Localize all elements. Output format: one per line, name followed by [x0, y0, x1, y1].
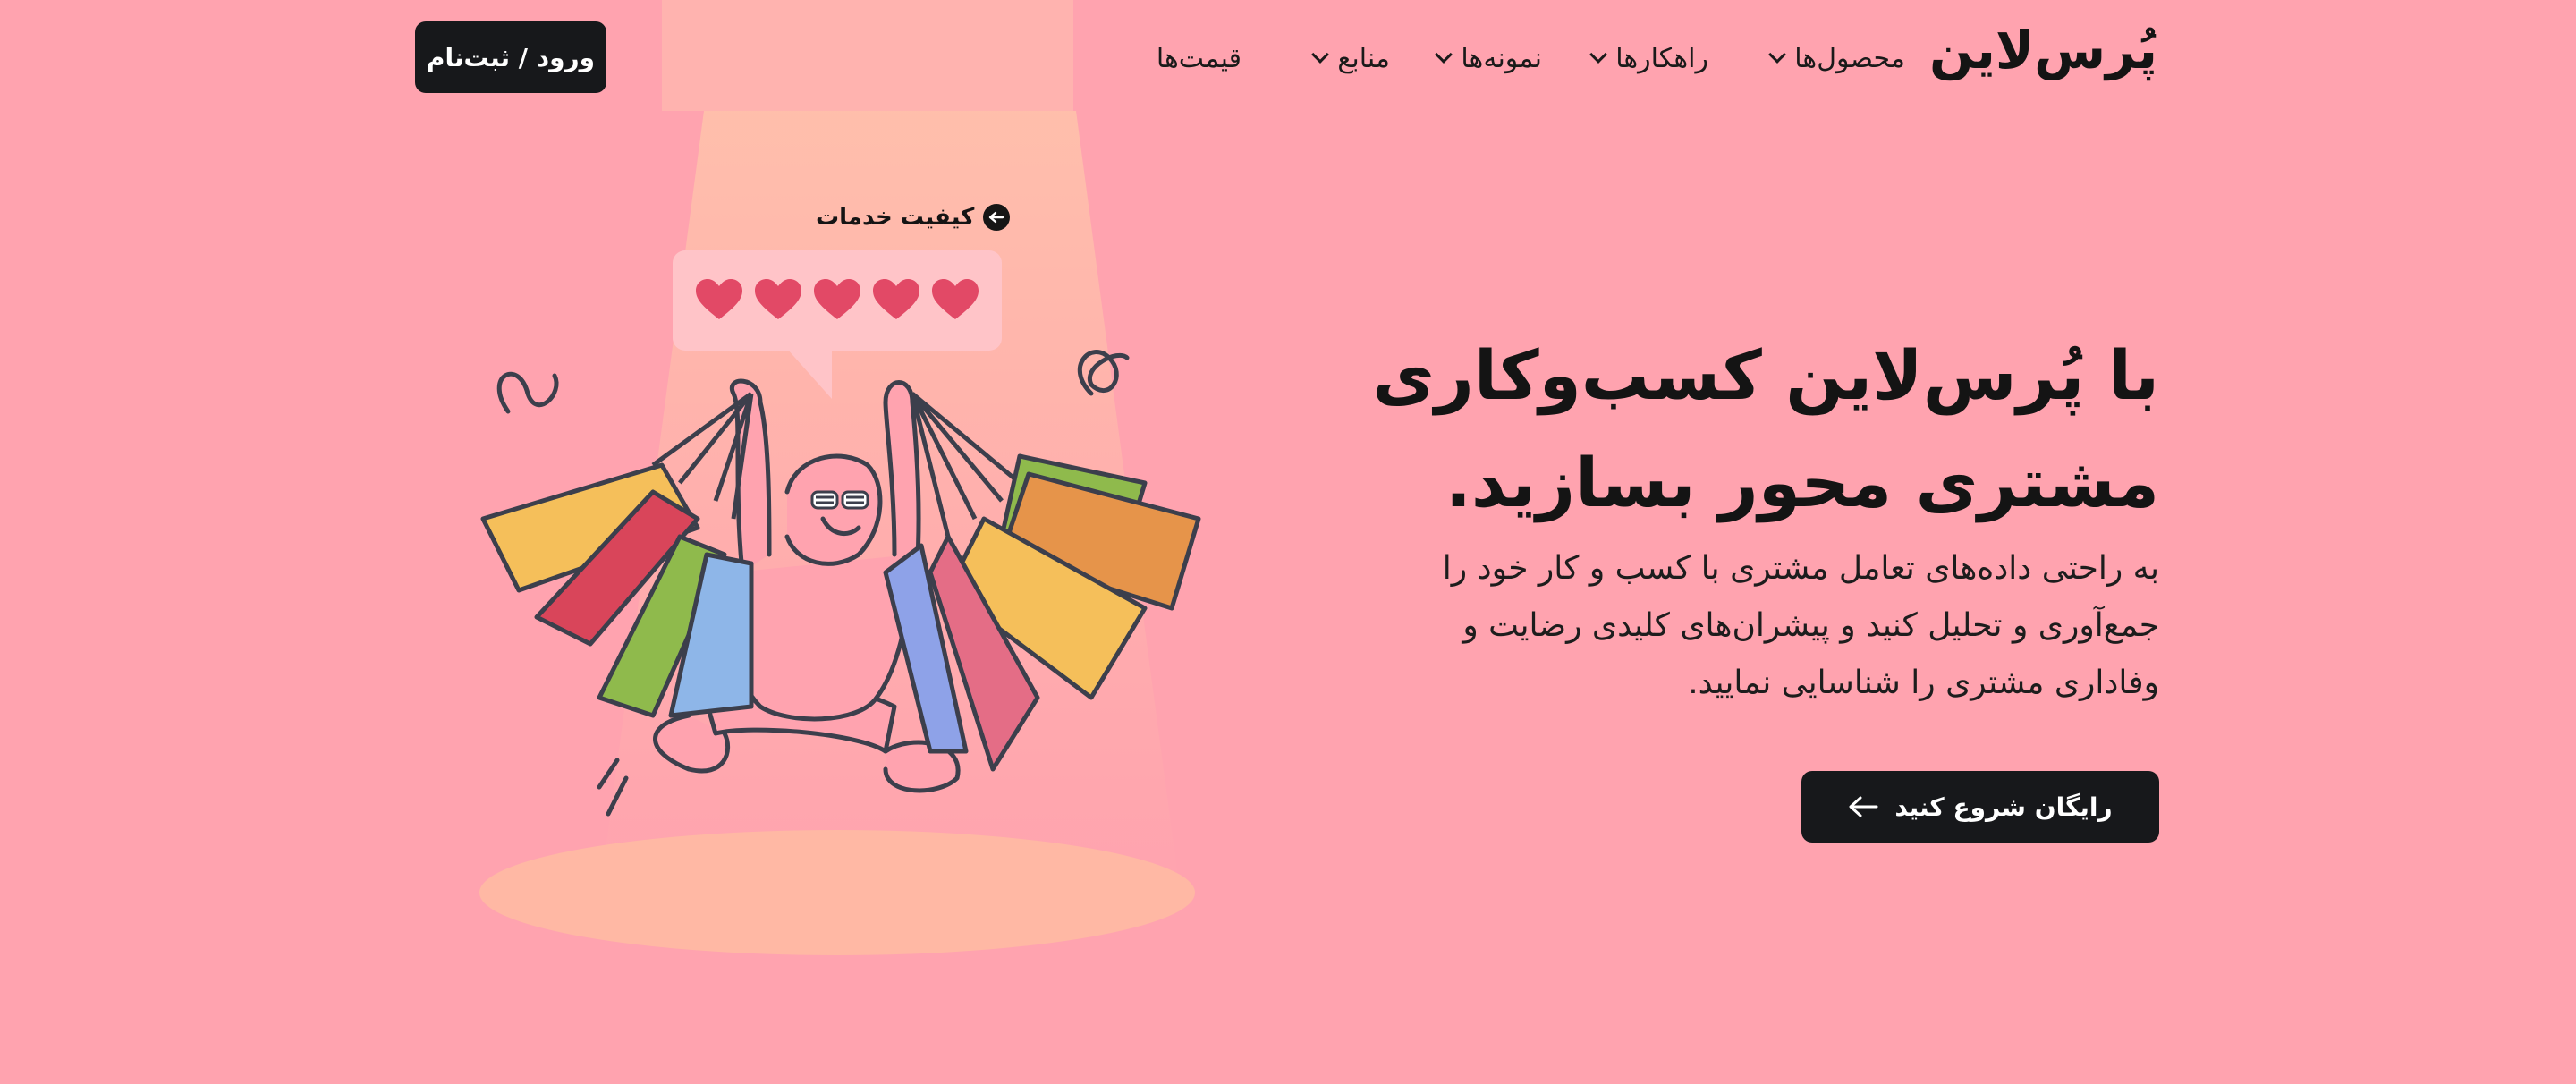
hero-description-line-1: به راحتی داده‌های تعامل مشتری با کسب و ک… — [1442, 550, 2159, 587]
arrow-left-icon — [1849, 796, 1878, 817]
chevron-down-icon — [1435, 46, 1453, 64]
login-signup-button[interactable]: ورود / ثبت‌نام — [415, 21, 606, 93]
site-header: پُرس‌لاین محصول‌ها راهکارها نمونه‌ها منا… — [0, 0, 2576, 116]
nav-item-samples[interactable]: نمونه‌ها — [1435, 36, 1542, 80]
start-free-button[interactable]: رایگان شروع کنید — [1801, 771, 2159, 843]
nav-item-label: نمونه‌ها — [1461, 42, 1542, 74]
hero-description-line-2: جمع‌آوری و تحلیل کنید و پیشران‌های کلیدی… — [1462, 607, 2159, 644]
logo[interactable]: پُرس‌لاین — [1929, 20, 2158, 80]
nav-item-solutions[interactable]: راهکارها — [1589, 36, 1708, 80]
hero-title-line-1: با پُرس‌لاین کسب‌وکاری — [1372, 335, 2160, 415]
hero-description: به راحتی داده‌های تعامل مشتری با کسب و ک… — [1426, 540, 2159, 712]
hero-description-line-3: وفاداری مشتری را شناسایی نمایید. — [1688, 665, 2159, 701]
nav-item-label: منابع — [1337, 42, 1390, 74]
nav-item-products[interactable]: محصول‌ها — [1768, 36, 1905, 80]
chevron-down-icon — [1768, 46, 1787, 64]
nav-item-label: راهکارها — [1615, 42, 1708, 74]
nav-item-pricing[interactable]: قیمت‌ها — [1157, 36, 1241, 80]
nav-item-resources[interactable]: منابع — [1311, 36, 1390, 80]
nav-item-label: قیمت‌ها — [1156, 42, 1241, 74]
hero-title: با پُرس‌لاین کسب‌وکاری مشتری محور بسازید… — [1354, 322, 2160, 537]
start-free-label: رایگان شروع کنید — [1894, 792, 2113, 822]
chevron-down-icon — [1311, 46, 1330, 64]
hero-title-line-2: مشتری محور بسازید. — [1445, 443, 2160, 522]
shopper-illustration — [480, 350, 1201, 817]
nav-item-label: محصول‌ها — [1794, 42, 1905, 74]
chevron-down-icon — [1589, 46, 1608, 64]
